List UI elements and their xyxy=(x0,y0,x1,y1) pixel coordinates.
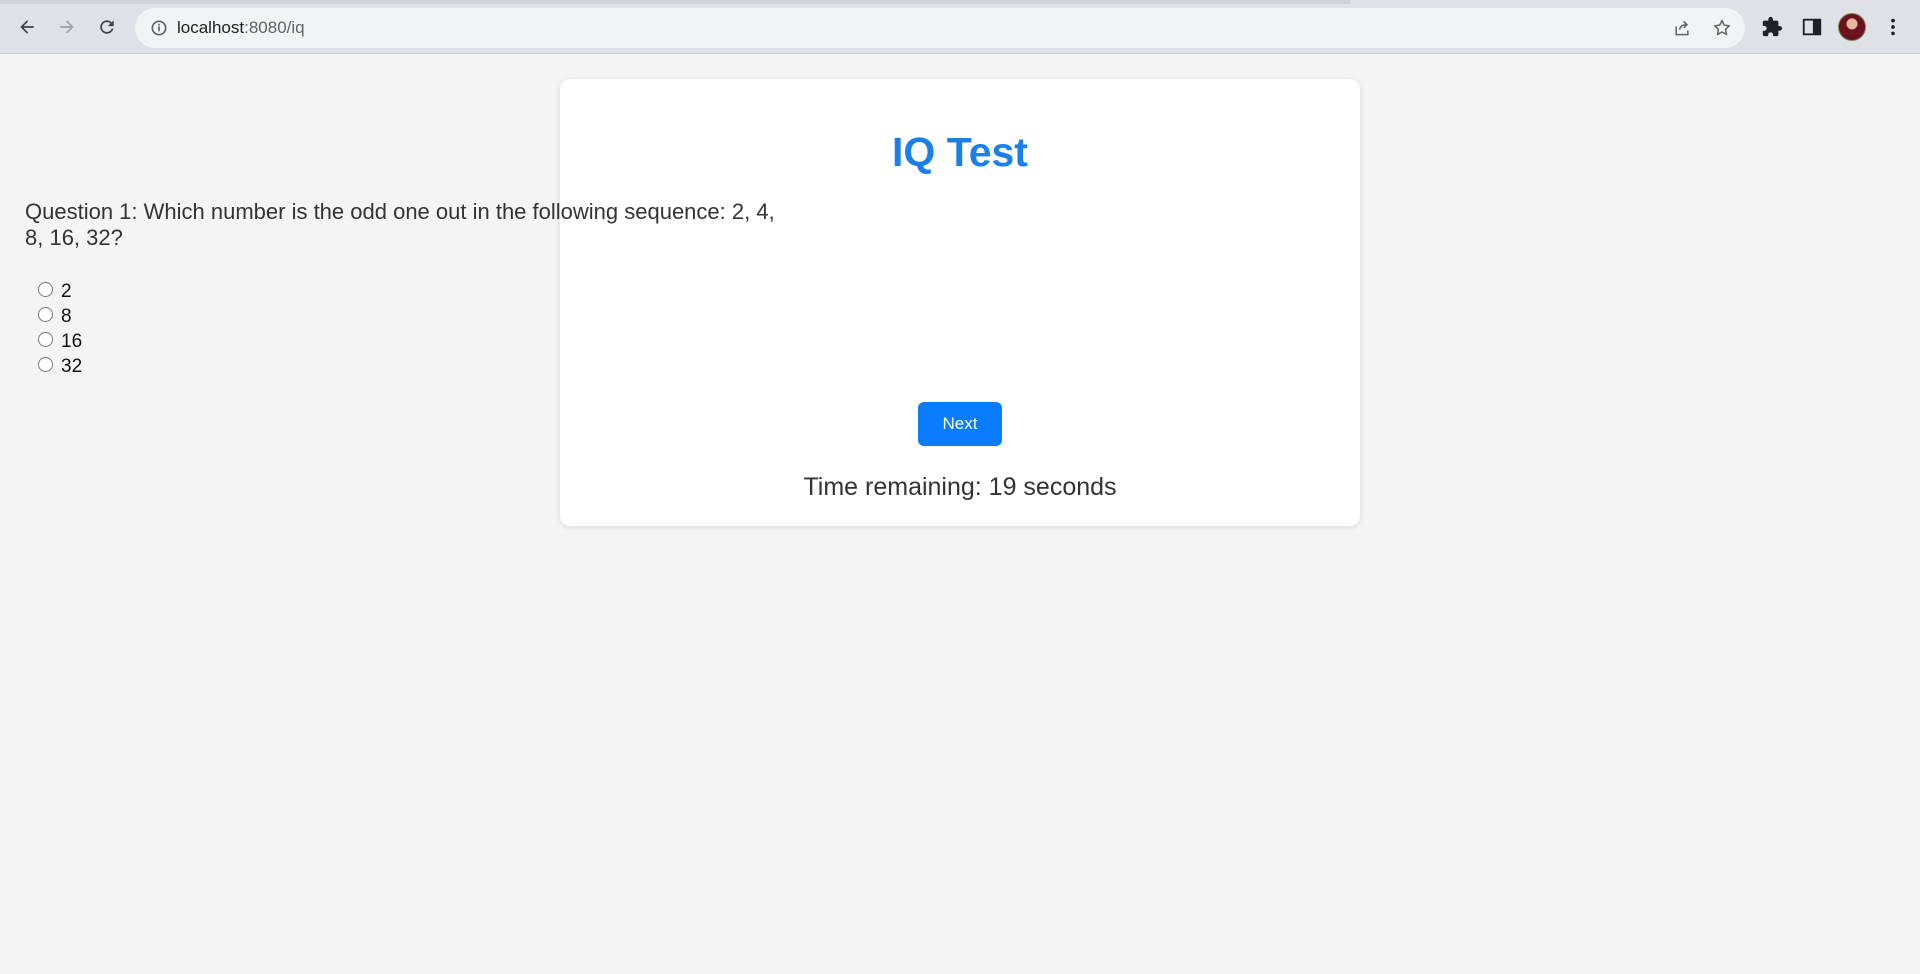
radio-button[interactable] xyxy=(38,357,53,372)
info-icon[interactable] xyxy=(149,18,169,38)
answer-label: 32 xyxy=(61,355,83,377)
address-bar[interactable]: localhost:8080/iq xyxy=(135,8,1745,48)
url-text[interactable]: localhost:8080/iq xyxy=(177,18,305,38)
answer-option[interactable]: 16 xyxy=(38,329,82,354)
reload-button[interactable] xyxy=(91,11,123,43)
back-button[interactable] xyxy=(11,11,43,43)
answer-option[interactable]: 32 xyxy=(38,354,82,379)
forward-button[interactable] xyxy=(51,11,83,43)
reload-icon xyxy=(100,20,114,34)
extensions-icon[interactable] xyxy=(1761,16,1783,38)
share-icon[interactable] xyxy=(1672,18,1692,38)
answer-option[interactable]: 8 xyxy=(38,304,82,329)
answer-label: 2 xyxy=(61,280,72,302)
radio-button[interactable] xyxy=(38,282,53,297)
star-icon[interactable] xyxy=(1712,18,1732,38)
next-button[interactable]: Next xyxy=(918,402,1002,446)
browser-toolbar: localhost:8080/iq xyxy=(0,0,1920,54)
answer-label: 16 xyxy=(61,330,83,352)
radio-button[interactable] xyxy=(38,332,53,347)
more-vert-icon[interactable] xyxy=(1882,16,1904,38)
answer-options: 2 8 16 32 xyxy=(38,279,82,379)
answer-option[interactable]: 2 xyxy=(38,279,82,304)
profile-avatar[interactable] xyxy=(1838,13,1866,41)
page-title: IQ Test xyxy=(892,129,1028,175)
answer-label: 8 xyxy=(61,305,72,327)
radio-button[interactable] xyxy=(38,307,53,322)
time-remaining: Time remaining: 19 seconds xyxy=(803,473,1117,501)
question-text: Question 1: Which number is the odd one … xyxy=(25,199,775,250)
back-arrow-icon xyxy=(20,20,34,34)
tab-strip xyxy=(0,0,1350,4)
side-panel-icon[interactable] xyxy=(1801,16,1823,38)
forward-arrow-icon xyxy=(60,20,74,34)
